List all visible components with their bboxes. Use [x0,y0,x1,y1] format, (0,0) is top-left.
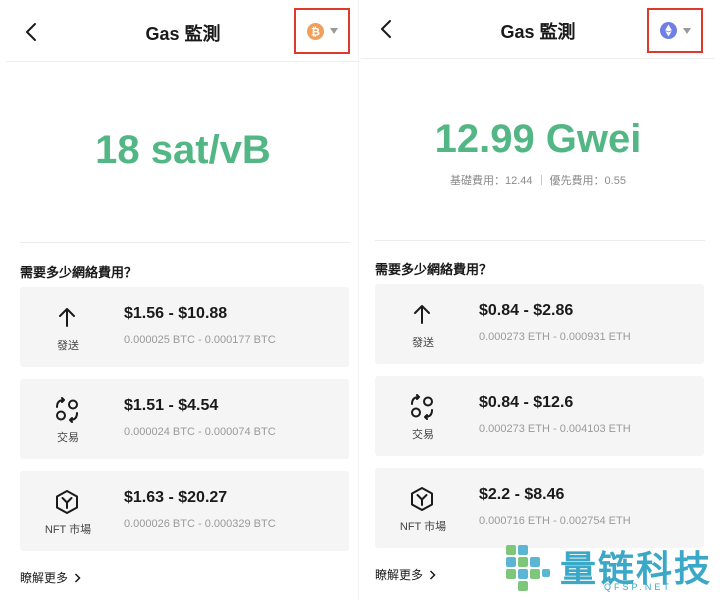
fee-breakdown: 基礎費用：12.44 優先費用：0.55 [361,172,715,188]
watermark-logo-icon [506,545,550,591]
panel-divider [358,0,359,600]
chevron-down-icon [329,28,338,34]
header: Gas 監測 [361,0,715,59]
usd-range: $2.2 - $8.46 [479,486,565,503]
section-heading: 需要多少網絡費用？ [375,262,493,277]
crypto-range: 0.000024 BTC - 0.000074 BTC [124,426,276,438]
learn-more-label: 瞭解更多 [375,568,424,582]
fee-card-send[interactable]: 發送 $0.84 - $2.86 0.000273 ETH - 0.000931… [375,284,704,364]
card-label: 發送 [57,340,79,352]
section-heading: 需要多少網絡費用？ [20,265,138,280]
crypto-range: 0.000026 BTC - 0.000329 BTC [124,518,276,530]
card-label: 交易 [57,432,79,444]
fee-card-send[interactable]: 發送 $1.56 - $10.88 0.000025 BTC - 0.00017… [20,287,349,367]
watermark-url: QFSP.NET [604,582,672,592]
crypto-range: 0.000273 ETH - 0.004103 ETH [479,423,631,435]
learn-more-link[interactable]: 瞭解更多 [375,566,436,583]
chevron-down-icon [682,27,691,34]
crypto-range: 0.000273 ETH - 0.000931 ETH [479,331,631,343]
chevron-right-icon [74,572,81,583]
coin-selector[interactable]: ₿ [294,8,350,54]
base-fee: 基礎費用：12.44 [450,175,533,187]
eth-gas-panel: Gas 監測 12.99 Gwei 基礎費用：12.44 優先費用：0.55 需要… [361,0,715,600]
crypto-range: 0.000025 BTC - 0.000177 BTC [124,334,276,346]
separator [540,175,542,185]
usd-range: $1.63 - $20.27 [124,489,228,506]
swap-icon [407,394,437,420]
ethereum-icon [659,22,677,39]
fee-card-swap[interactable]: 交易 $1.51 - $4.54 0.000024 BTC - 0.000074… [20,379,349,459]
divider [20,242,350,243]
card-label: 交易 [412,429,434,441]
btc-gas-panel: Gas 監測 ₿ 18 sat/vB 需要多少網絡費用？ 發送 $1.56 - … [6,0,360,600]
nft-hexagon-icon [407,486,437,512]
arrow-up-icon [407,302,437,328]
crypto-range: 0.000716 ETH - 0.002754 ETH [479,515,631,527]
nft-hexagon-icon [52,489,82,515]
fee-card-nft[interactable]: NFT 市場 $2.2 - $8.46 0.000716 ETH - 0.002… [375,468,704,548]
learn-more-label: 瞭解更多 [20,571,69,585]
swap-icon [52,397,82,423]
card-label: 發送 [412,337,434,349]
fee-card-swap[interactable]: 交易 $0.84 - $12.6 0.000273 ETH - 0.004103… [375,376,704,456]
svg-text:₿: ₿ [311,25,320,38]
usd-range: $1.56 - $10.88 [124,305,228,322]
usd-range: $1.51 - $4.54 [124,397,219,414]
arrow-up-icon [52,305,82,331]
watermark: 量链科技 QFSP.NET [500,538,720,600]
fee-card-nft[interactable]: NFT 市場 $1.63 - $20.27 0.000026 BTC - 0.0… [20,471,349,551]
card-label: NFT 市場 [399,521,447,533]
chevron-right-icon [429,569,436,580]
coin-selector[interactable] [647,8,703,53]
usd-range: $0.84 - $2.86 [479,302,574,319]
divider [375,240,705,241]
fee-value: 18 sat/vB [95,128,271,172]
priority-fee: 優先費用：0.55 [549,175,626,187]
card-label: NFT 市場 [44,524,92,536]
fee-value: 12.99 Gwei [434,117,642,161]
bitcoin-icon: ₿ [306,22,324,40]
learn-more-link[interactable]: 瞭解更多 [20,569,81,586]
usd-range: $0.84 - $12.6 [479,394,574,411]
header: Gas 監測 ₿ [6,0,360,62]
